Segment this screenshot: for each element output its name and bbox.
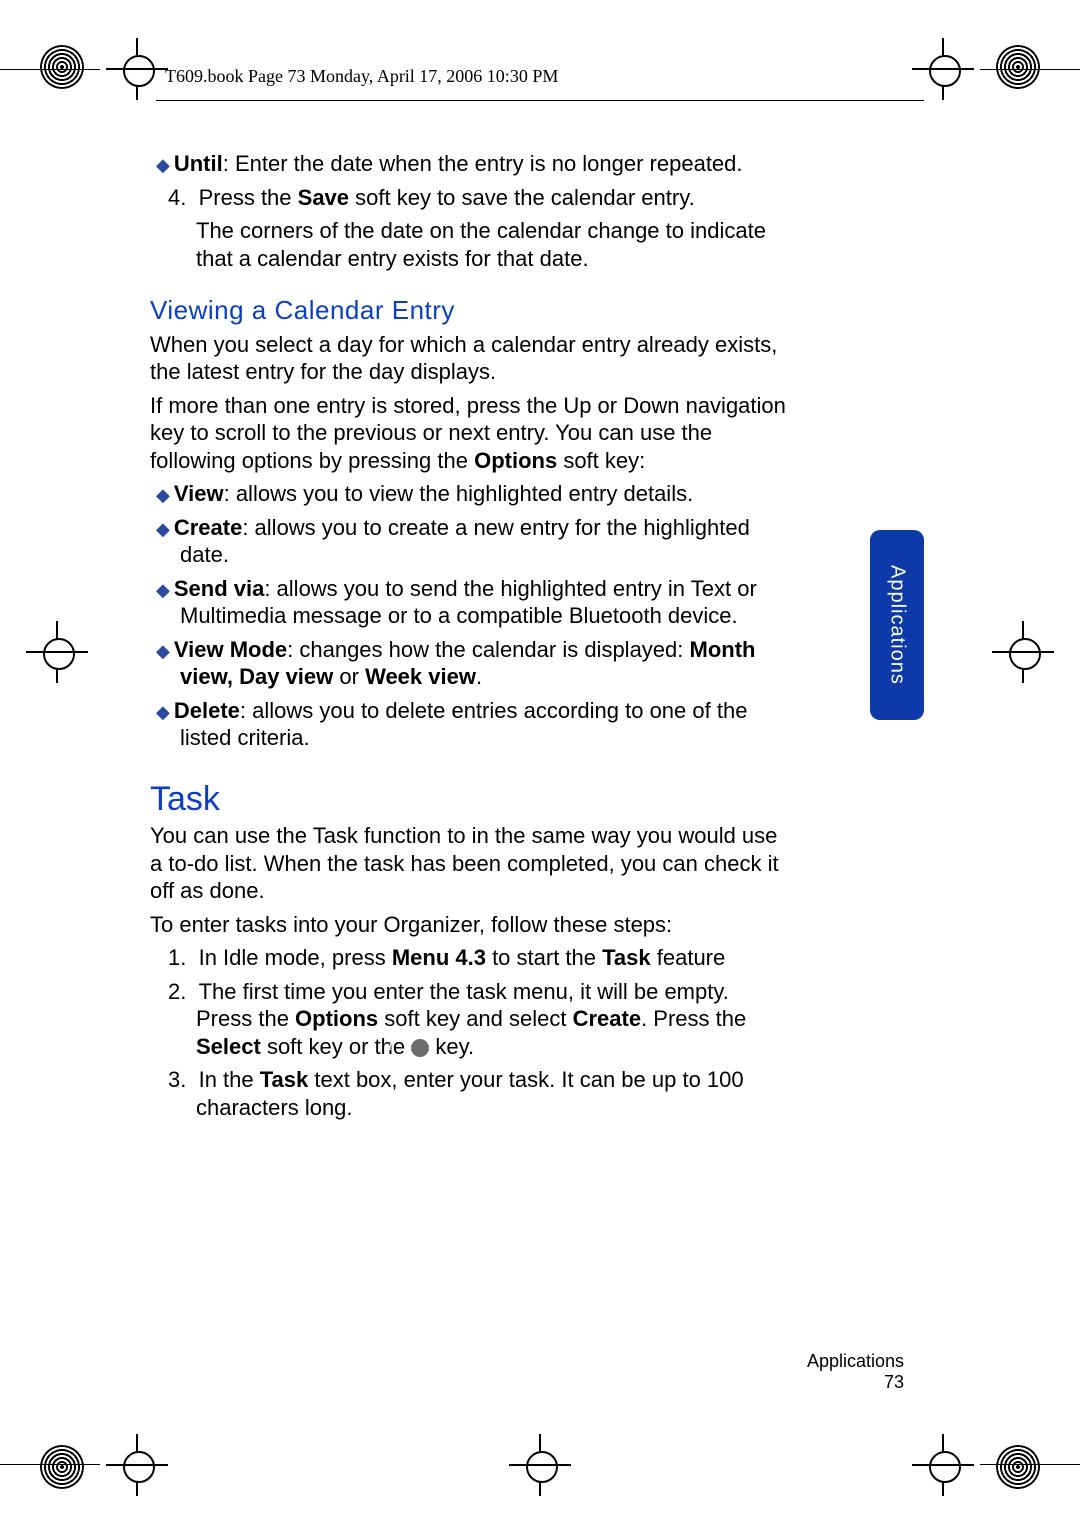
diamond-bullet-icon: ◆: [156, 641, 170, 661]
task-step-1: 1. In Idle mode, press Menu 4.3 to start…: [150, 944, 790, 972]
task-paragraph-2: To enter tasks into your Organizer, foll…: [150, 911, 790, 939]
diamond-bullet-icon: ◆: [156, 155, 170, 175]
heading-task: Task: [150, 778, 790, 821]
registration-mark-icon: [1006, 635, 1040, 669]
crop-spiral-icon: [40, 45, 84, 89]
registration-mark-icon: [926, 52, 960, 86]
crop-spiral-icon: [40, 1445, 84, 1489]
option-send-via: ◆Send via: allows you to send the highli…: [150, 575, 790, 630]
crop-spiral-icon: [996, 45, 1040, 89]
heading-viewing-calendar-entry: Viewing a Calendar Entry: [150, 294, 790, 327]
registration-mark-icon: [120, 1448, 154, 1482]
page: T609.book Page 73 Monday, April 17, 2006…: [0, 0, 1080, 1534]
registration-mark-icon: [523, 1448, 557, 1482]
option-view: ◆View: allows you to view the highlighte…: [150, 480, 790, 508]
step-4-note: The corners of the date on the calendar …: [150, 217, 790, 272]
footer-section-name: Applications: [807, 1351, 904, 1373]
option-delete: ◆Delete: allows you to delete entries ac…: [150, 697, 790, 752]
diamond-bullet-icon: ◆: [156, 580, 170, 600]
registration-mark-icon: [926, 1448, 960, 1482]
section-tab-label: Applications: [886, 565, 909, 685]
diamond-bullet-icon: ◆: [156, 519, 170, 539]
body-text: ◆Until: Enter the date when the entry is…: [150, 150, 790, 1127]
diamond-bullet-icon: ◆: [156, 702, 170, 722]
registration-mark-icon: [40, 635, 74, 669]
step-4: 4. Press the Save soft key to save the c…: [150, 184, 790, 212]
registration-mark-icon: [120, 52, 154, 86]
page-footer: Applications 73: [807, 1351, 904, 1394]
crop-line: [0, 1464, 100, 1465]
crop-line: [980, 69, 1080, 70]
option-create: ◆Create: allows you to create a new entr…: [150, 514, 790, 569]
view-paragraph-1: When you select a day for which a calend…: [150, 331, 790, 386]
view-paragraph-2: If more than one entry is stored, press …: [150, 392, 790, 475]
crop-line: [980, 1464, 1080, 1465]
task-paragraph-1: You can use the Task function to in the …: [150, 822, 790, 905]
frame-rule: [156, 100, 924, 101]
bullet-until: ◆Until: Enter the date when the entry is…: [150, 150, 790, 178]
crop-spiral-icon: [996, 1445, 1040, 1489]
section-tab-applications: Applications: [870, 530, 924, 720]
option-view-mode: ◆View Mode: changes how the calendar is …: [150, 636, 790, 691]
task-step-3: 3. In the Task text box, enter your task…: [150, 1066, 790, 1121]
footer-page-number: 73: [807, 1372, 904, 1394]
page-header: T609.book Page 73 Monday, April 17, 2006…: [165, 66, 558, 87]
crop-line: [0, 69, 100, 70]
ok-key-icon: [411, 1039, 429, 1057]
task-step-2: 2. The first time you enter the task men…: [150, 978, 790, 1061]
diamond-bullet-icon: ◆: [156, 485, 170, 505]
